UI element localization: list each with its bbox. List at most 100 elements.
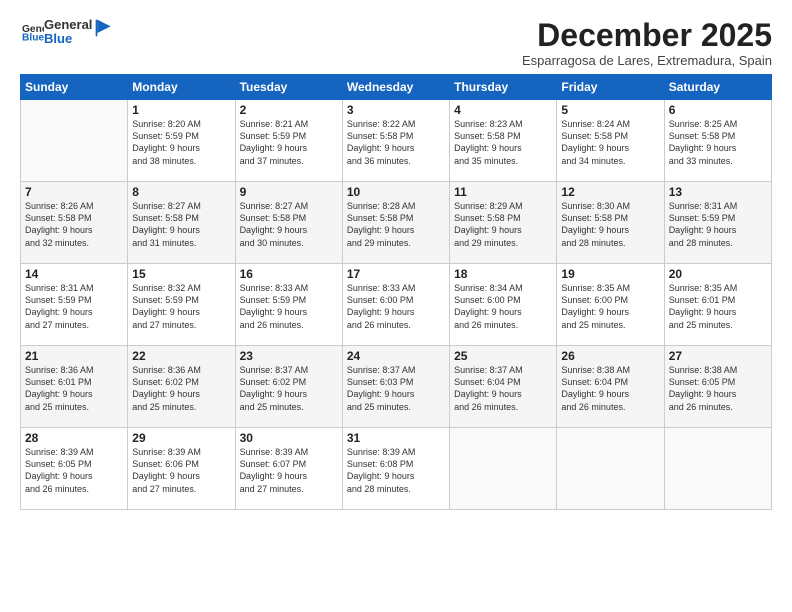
table-row: 31Sunrise: 8:39 AM Sunset: 6:08 PM Dayli… [342,428,449,510]
day-info: Sunrise: 8:26 AM Sunset: 5:58 PM Dayligh… [25,200,123,249]
table-row: 1Sunrise: 8:20 AM Sunset: 5:59 PM Daylig… [128,100,235,182]
day-number: 8 [132,185,230,199]
header-saturday: Saturday [664,75,771,100]
day-info: Sunrise: 8:30 AM Sunset: 5:58 PM Dayligh… [561,200,659,249]
header-sunday: Sunday [21,75,128,100]
day-info: Sunrise: 8:37 AM Sunset: 6:03 PM Dayligh… [347,364,445,413]
day-info: Sunrise: 8:31 AM Sunset: 5:59 PM Dayligh… [669,200,767,249]
table-row: 9Sunrise: 8:27 AM Sunset: 5:58 PM Daylig… [235,182,342,264]
day-info: Sunrise: 8:23 AM Sunset: 5:58 PM Dayligh… [454,118,552,167]
month-title: December 2025 [522,18,772,53]
day-number: 29 [132,431,230,445]
day-number: 15 [132,267,230,281]
day-info: Sunrise: 8:36 AM Sunset: 6:02 PM Dayligh… [132,364,230,413]
day-number: 13 [669,185,767,199]
day-number: 26 [561,349,659,363]
logo-blue: Blue [44,32,92,46]
table-row: 27Sunrise: 8:38 AM Sunset: 6:05 PM Dayli… [664,346,771,428]
day-number: 10 [347,185,445,199]
table-row: 5Sunrise: 8:24 AM Sunset: 5:58 PM Daylig… [557,100,664,182]
day-info: Sunrise: 8:33 AM Sunset: 6:00 PM Dayligh… [347,282,445,331]
day-number: 2 [240,103,338,117]
day-number: 21 [25,349,123,363]
day-number: 31 [347,431,445,445]
day-info: Sunrise: 8:24 AM Sunset: 5:58 PM Dayligh… [561,118,659,167]
day-number: 3 [347,103,445,117]
day-number: 12 [561,185,659,199]
header-wednesday: Wednesday [342,75,449,100]
day-number: 20 [669,267,767,281]
day-info: Sunrise: 8:32 AM Sunset: 5:59 PM Dayligh… [132,282,230,331]
day-number: 7 [25,185,123,199]
day-info: Sunrise: 8:29 AM Sunset: 5:58 PM Dayligh… [454,200,552,249]
day-info: Sunrise: 8:36 AM Sunset: 6:01 PM Dayligh… [25,364,123,413]
table-row: 10Sunrise: 8:28 AM Sunset: 5:58 PM Dayli… [342,182,449,264]
table-row: 18Sunrise: 8:34 AM Sunset: 6:00 PM Dayli… [450,264,557,346]
day-number: 14 [25,267,123,281]
day-info: Sunrise: 8:39 AM Sunset: 6:05 PM Dayligh… [25,446,123,495]
calendar-table: Sunday Monday Tuesday Wednesday Thursday… [20,74,772,510]
table-row: 20Sunrise: 8:35 AM Sunset: 6:01 PM Dayli… [664,264,771,346]
day-info: Sunrise: 8:39 AM Sunset: 6:06 PM Dayligh… [132,446,230,495]
day-number: 28 [25,431,123,445]
table-row: 30Sunrise: 8:39 AM Sunset: 6:07 PM Dayli… [235,428,342,510]
day-info: Sunrise: 8:28 AM Sunset: 5:58 PM Dayligh… [347,200,445,249]
table-row: 25Sunrise: 8:37 AM Sunset: 6:04 PM Dayli… [450,346,557,428]
day-info: Sunrise: 8:27 AM Sunset: 5:58 PM Dayligh… [240,200,338,249]
table-row [450,428,557,510]
logo-flag-icon [94,18,114,38]
table-row: 3Sunrise: 8:22 AM Sunset: 5:58 PM Daylig… [342,100,449,182]
day-info: Sunrise: 8:25 AM Sunset: 5:58 PM Dayligh… [669,118,767,167]
header-tuesday: Tuesday [235,75,342,100]
table-row: 21Sunrise: 8:36 AM Sunset: 6:01 PM Dayli… [21,346,128,428]
table-row [664,428,771,510]
header-friday: Friday [557,75,664,100]
table-row: 16Sunrise: 8:33 AM Sunset: 5:59 PM Dayli… [235,264,342,346]
logo: General Blue General Blue [20,18,114,47]
day-number: 5 [561,103,659,117]
day-info: Sunrise: 8:21 AM Sunset: 5:59 PM Dayligh… [240,118,338,167]
table-row [21,100,128,182]
day-number: 9 [240,185,338,199]
table-row: 6Sunrise: 8:25 AM Sunset: 5:58 PM Daylig… [664,100,771,182]
day-info: Sunrise: 8:20 AM Sunset: 5:59 PM Dayligh… [132,118,230,167]
table-row [557,428,664,510]
svg-text:Blue: Blue [22,33,44,43]
page-header: General Blue General Blue December 2025 … [20,18,772,68]
day-info: Sunrise: 8:22 AM Sunset: 5:58 PM Dayligh… [347,118,445,167]
table-row: 22Sunrise: 8:36 AM Sunset: 6:02 PM Dayli… [128,346,235,428]
table-row: 2Sunrise: 8:21 AM Sunset: 5:59 PM Daylig… [235,100,342,182]
logo-icon: General Blue [22,21,44,43]
day-number: 16 [240,267,338,281]
title-block: December 2025 Esparragosa de Lares, Extr… [522,18,772,68]
table-row: 17Sunrise: 8:33 AM Sunset: 6:00 PM Dayli… [342,264,449,346]
header-monday: Monday [128,75,235,100]
table-row: 26Sunrise: 8:38 AM Sunset: 6:04 PM Dayli… [557,346,664,428]
day-info: Sunrise: 8:39 AM Sunset: 6:07 PM Dayligh… [240,446,338,495]
day-number: 27 [669,349,767,363]
day-info: Sunrise: 8:34 AM Sunset: 6:00 PM Dayligh… [454,282,552,331]
day-number: 30 [240,431,338,445]
table-row: 29Sunrise: 8:39 AM Sunset: 6:06 PM Dayli… [128,428,235,510]
day-number: 11 [454,185,552,199]
day-info: Sunrise: 8:33 AM Sunset: 5:59 PM Dayligh… [240,282,338,331]
day-info: Sunrise: 8:38 AM Sunset: 6:04 PM Dayligh… [561,364,659,413]
table-row: 4Sunrise: 8:23 AM Sunset: 5:58 PM Daylig… [450,100,557,182]
day-info: Sunrise: 8:31 AM Sunset: 5:59 PM Dayligh… [25,282,123,331]
table-row: 13Sunrise: 8:31 AM Sunset: 5:59 PM Dayli… [664,182,771,264]
location: Esparragosa de Lares, Extremadura, Spain [522,53,772,68]
day-info: Sunrise: 8:35 AM Sunset: 6:00 PM Dayligh… [561,282,659,331]
table-row: 8Sunrise: 8:27 AM Sunset: 5:58 PM Daylig… [128,182,235,264]
table-row: 15Sunrise: 8:32 AM Sunset: 5:59 PM Dayli… [128,264,235,346]
day-info: Sunrise: 8:27 AM Sunset: 5:58 PM Dayligh… [132,200,230,249]
day-info: Sunrise: 8:38 AM Sunset: 6:05 PM Dayligh… [669,364,767,413]
day-number: 24 [347,349,445,363]
day-info: Sunrise: 8:37 AM Sunset: 6:04 PM Dayligh… [454,364,552,413]
table-row: 12Sunrise: 8:30 AM Sunset: 5:58 PM Dayli… [557,182,664,264]
table-row: 23Sunrise: 8:37 AM Sunset: 6:02 PM Dayli… [235,346,342,428]
day-number: 25 [454,349,552,363]
day-number: 1 [132,103,230,117]
day-number: 23 [240,349,338,363]
logo-general: General [44,18,92,32]
day-info: Sunrise: 8:37 AM Sunset: 6:02 PM Dayligh… [240,364,338,413]
